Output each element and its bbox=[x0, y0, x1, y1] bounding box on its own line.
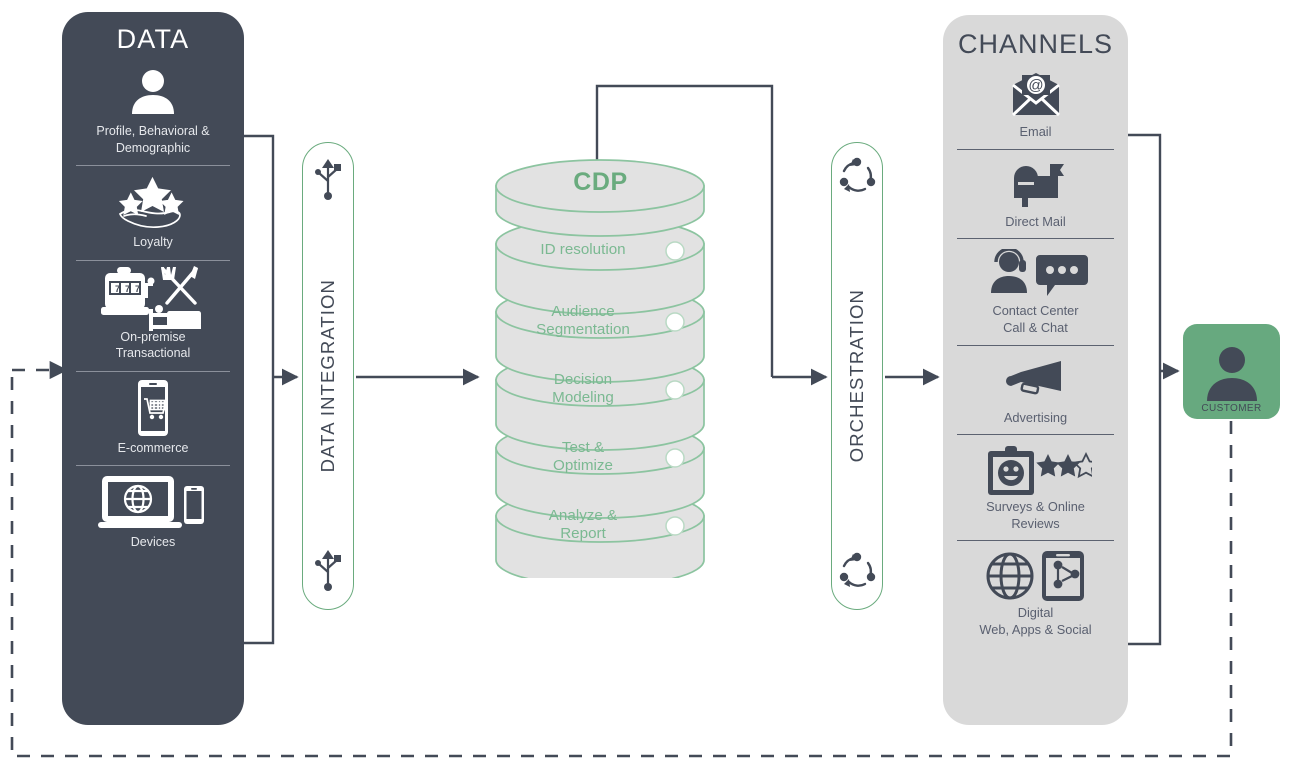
channel-item-label: Surveys & Online Reviews bbox=[986, 499, 1085, 531]
channel-item-advertising[interactable]: Advertising bbox=[957, 344, 1114, 435]
stars-hand-icon bbox=[76, 172, 230, 234]
channel-item-email[interactable]: @ Email bbox=[957, 66, 1114, 149]
data-item-loyalty[interactable]: Loyalty bbox=[76, 165, 230, 260]
cycle-arrows-icon bbox=[835, 155, 879, 202]
channel-item-list: @ Email Direct Mail Contact Center Call … bbox=[943, 66, 1128, 647]
data-panel: DATA Profile, Behavioral & Demographic L… bbox=[62, 12, 244, 725]
cdp-layer-analyze-report[interactable]: Analyze & Report bbox=[503, 507, 663, 543]
data-item-label: Profile, Behavioral & Demographic bbox=[96, 124, 210, 155]
data-item-label: Devices bbox=[130, 535, 176, 549]
channel-item-surveys[interactable]: Surveys & Online Reviews bbox=[957, 434, 1114, 540]
data-item-label: On-premise Transactional bbox=[115, 329, 191, 361]
globe-phone-social-icon bbox=[957, 547, 1114, 605]
data-item-onpremise[interactable]: 7 7 7 On-premise Transactional bbox=[76, 259, 230, 371]
data-item-label: E-commerce bbox=[117, 440, 189, 455]
cycle-arrows-icon bbox=[835, 550, 879, 597]
cdp-layer-test-optimize[interactable]: Test & Optimize bbox=[503, 439, 663, 475]
cdp-stack: CDP ID resolution Audience Segmentation … bbox=[493, 148, 708, 578]
svg-text:7: 7 bbox=[115, 284, 120, 294]
svg-text:7: 7 bbox=[135, 284, 140, 294]
envelope-at-icon: @ bbox=[957, 66, 1114, 124]
channel-item-label: Direct Mail bbox=[1005, 213, 1066, 229]
clipboard-smiley-stars-icon bbox=[957, 441, 1114, 499]
channel-item-label: Digital Web, Apps & Social bbox=[979, 605, 1092, 637]
channel-item-digital[interactable]: Digital Web, Apps & Social bbox=[957, 540, 1114, 646]
channels-panel: CHANNELS @ Email Direct Mail Contact Cen… bbox=[943, 15, 1128, 725]
cdp-labels: CDP ID resolution Audience Segmentation … bbox=[493, 148, 708, 578]
svg-text:@: @ bbox=[1028, 77, 1043, 94]
cdp-layer-audience-segmentation[interactable]: Audience Segmentation bbox=[503, 303, 663, 339]
usb-icon bbox=[311, 546, 345, 597]
phone-shopping-cart-icon bbox=[76, 378, 230, 440]
cdp-title: CDP bbox=[573, 168, 628, 196]
pillar-label: ORCHESTRATION bbox=[846, 289, 867, 463]
data-panel-title: DATA bbox=[116, 24, 190, 54]
data-item-label: Loyalty bbox=[133, 235, 173, 249]
laptop-globe-phone-icon bbox=[76, 472, 230, 534]
usb-icon bbox=[311, 155, 345, 206]
mailbox-icon bbox=[957, 156, 1114, 214]
diagram-canvas: DATA Profile, Behavioral & Demographic L… bbox=[0, 0, 1291, 769]
channel-item-label: Contact Center Call & Chat bbox=[992, 303, 1079, 335]
channel-item-label: Advertising bbox=[1003, 409, 1068, 425]
channel-item-label: Email bbox=[1019, 124, 1052, 139]
slot-machine-dining-bed-icon: 7 7 7 bbox=[76, 265, 230, 331]
channel-item-contact-center[interactable]: Contact Center Call & Chat bbox=[957, 238, 1114, 344]
megaphone-icon bbox=[957, 352, 1114, 410]
headset-person-chat-icon bbox=[957, 245, 1114, 303]
customer-box[interactable]: CUSTOMER bbox=[1183, 324, 1280, 419]
cdp-layer-decision-modeling[interactable]: Decision Modeling bbox=[503, 371, 663, 407]
data-item-ecommerce[interactable]: E-commerce bbox=[76, 370, 230, 466]
data-item-profile[interactable]: Profile, Behavioral & Demographic bbox=[76, 61, 230, 165]
svg-text:7: 7 bbox=[125, 284, 130, 294]
orchestration-pillar[interactable]: ORCHESTRATION bbox=[831, 142, 883, 610]
person-icon bbox=[1201, 345, 1263, 403]
customer-label: CUSTOMER bbox=[1201, 403, 1262, 414]
pillar-label: DATA INTEGRATION bbox=[317, 279, 338, 473]
channel-item-direct-mail[interactable]: Direct Mail bbox=[957, 148, 1114, 239]
channels-panel-title: CHANNELS bbox=[957, 29, 1114, 59]
data-item-list: Profile, Behavioral & Demographic Loyalt… bbox=[62, 61, 244, 560]
data-integration-pillar[interactable]: DATA INTEGRATION bbox=[302, 142, 354, 610]
cdp-layer-id-resolution[interactable]: ID resolution bbox=[503, 241, 663, 259]
person-icon bbox=[76, 61, 230, 123]
data-item-devices[interactable]: Devices bbox=[76, 465, 230, 560]
